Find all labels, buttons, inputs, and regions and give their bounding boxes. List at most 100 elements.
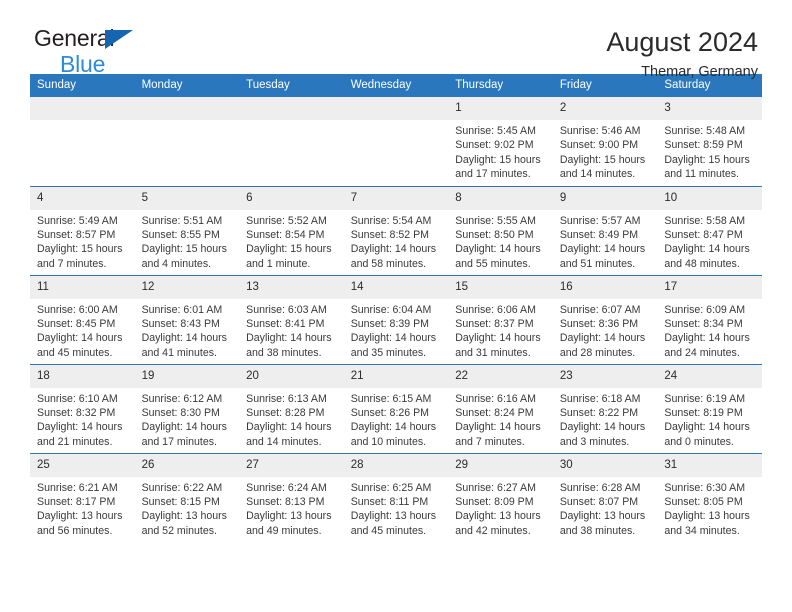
- day-cell[interactable]: 3 Sunrise: 5:48 AM Sunset: 8:59 PM Dayli…: [657, 97, 762, 186]
- day-cell[interactable]: 28 Sunrise: 6:25 AM Sunset: 8:11 PM Dayl…: [343, 452, 449, 543]
- day-cell[interactable]: 18 Sunrise: 6:10 AM Sunset: 8:32 PM Dayl…: [30, 363, 135, 453]
- sunset-text: Sunset: 8:52 PM: [350, 228, 430, 241]
- day-details: Sunrise: 6:28 AM Sunset: 8:07 PM Dayligh…: [553, 477, 658, 539]
- brand-logo[interactable]: General Blue: [30, 26, 164, 76]
- day-cell-inner: 11 Sunrise: 6:00 AM Sunset: 8:45 PM Dayl…: [30, 275, 135, 364]
- day-details: Sunrise: 5:57 AM Sunset: 8:49 PM Dayligh…: [553, 210, 658, 272]
- daylight-text-line1: Daylight: 14 hours: [37, 421, 123, 434]
- day-cell[interactable]: 27 Sunrise: 6:24 AM Sunset: 8:13 PM Dayl…: [239, 452, 344, 542]
- day-number: 6: [239, 186, 344, 210]
- sunset-text: Sunset: 8:19 PM: [664, 406, 743, 419]
- day-cell[interactable]: 5 Sunrise: 5:51 AM Sunset: 8:55 PM Dayli…: [134, 185, 240, 275]
- day-cell[interactable]: 4 Sunrise: 5:49 AM Sunset: 8:57 PM Dayli…: [30, 185, 135, 275]
- sunset-text: Sunset: 8:50 PM: [455, 228, 534, 241]
- day-cell[interactable]: 9 Sunrise: 5:57 AM Sunset: 8:49 PM Dayli…: [552, 185, 658, 275]
- daylight-text-line2: and 45 minutes.: [350, 524, 427, 537]
- day-number: 28: [343, 453, 449, 477]
- day-cell-inner: 19 Sunrise: 6:12 AM Sunset: 8:30 PM Dayl…: [134, 364, 240, 453]
- day-number: 8: [448, 186, 553, 210]
- daylight-text-line1: Daylight: 13 hours: [37, 510, 123, 523]
- day-cell[interactable]: 15 Sunrise: 6:06 AM Sunset: 8:37 PM Dayl…: [448, 274, 553, 364]
- day-cell-inner: 28 Sunrise: 6:25 AM Sunset: 8:11 PM Dayl…: [343, 453, 449, 543]
- column-header-sunday: Sunday: [30, 74, 135, 97]
- day-cell[interactable]: 31 Sunrise: 6:30 AM Sunset: 8:05 PM Dayl…: [657, 452, 762, 542]
- sunset-text: Sunset: 8:05 PM: [664, 495, 743, 508]
- daylight-text-line2: and 28 minutes.: [559, 346, 636, 359]
- page-header: General Blue August 2024 Themar, Germany: [30, 0, 762, 80]
- week-row: 4 Sunrise: 5:49 AM Sunset: 8:57 PM Dayli…: [30, 185, 762, 275]
- day-cell-inner: 7 Sunrise: 5:54 AM Sunset: 8:52 PM Dayli…: [343, 186, 449, 275]
- day-cell[interactable]: 20 Sunrise: 6:13 AM Sunset: 8:28 PM Dayl…: [239, 363, 344, 453]
- day-cell[interactable]: 6 Sunrise: 5:52 AM Sunset: 8:54 PM Dayli…: [239, 185, 344, 275]
- sunrise-text: Sunrise: 6:09 AM: [664, 303, 746, 316]
- week-row: 11 Sunrise: 6:00 AM Sunset: 8:45 PM Dayl…: [30, 274, 762, 364]
- day-cell-inner: 20 Sunrise: 6:13 AM Sunset: 8:28 PM Dayl…: [239, 364, 344, 453]
- daylight-text-line1: Daylight: 15 hours: [664, 153, 750, 166]
- day-details: Sunrise: 5:55 AM Sunset: 8:50 PM Dayligh…: [448, 210, 553, 272]
- daylight-text-line1: Daylight: 14 hours: [455, 243, 541, 256]
- day-cell[interactable]: 14 Sunrise: 6:04 AM Sunset: 8:39 PM Dayl…: [343, 274, 449, 364]
- calendar-body: 1 Sunrise: 5:45 AM Sunset: 9:02 PM Dayli…: [30, 97, 762, 542]
- day-cell[interactable]: 8 Sunrise: 5:55 AM Sunset: 8:50 PM Dayli…: [448, 185, 553, 275]
- sunset-text: Sunset: 8:13 PM: [246, 495, 325, 508]
- day-details: Sunrise: 6:07 AM Sunset: 8:36 PM Dayligh…: [553, 299, 658, 361]
- day-details: Sunrise: 5:54 AM Sunset: 8:52 PM Dayligh…: [344, 210, 449, 272]
- day-details: Sunrise: 5:58 AM Sunset: 8:47 PM Dayligh…: [657, 210, 762, 272]
- day-cell[interactable]: 26 Sunrise: 6:22 AM Sunset: 8:15 PM Dayl…: [134, 452, 240, 542]
- day-cell[interactable]: 16 Sunrise: 6:07 AM Sunset: 8:36 PM Dayl…: [552, 274, 658, 364]
- brand-text-general: General: [34, 25, 115, 51]
- daylight-text-line1: Daylight: 15 hours: [246, 243, 332, 256]
- day-details: Sunrise: 6:30 AM Sunset: 8:05 PM Dayligh…: [657, 477, 762, 539]
- day-cell[interactable]: 12 Sunrise: 6:01 AM Sunset: 8:43 PM Dayl…: [134, 274, 240, 364]
- day-number: 19: [134, 364, 240, 388]
- day-cell[interactable]: 1 Sunrise: 5:45 AM Sunset: 9:02 PM Dayli…: [448, 97, 553, 186]
- sunrise-text: Sunrise: 6:22 AM: [141, 481, 223, 494]
- sunset-text: Sunset: 8:24 PM: [455, 406, 534, 419]
- sunset-text: Sunset: 8:30 PM: [141, 406, 220, 419]
- daylight-text-line2: and 10 minutes.: [350, 435, 427, 448]
- day-number: 11: [30, 275, 135, 299]
- sunrise-text: Sunrise: 6:13 AM: [246, 392, 327, 405]
- sunrise-text: Sunrise: 6:25 AM: [350, 481, 432, 494]
- day-details: Sunrise: 6:18 AM Sunset: 8:22 PM Dayligh…: [553, 388, 658, 450]
- day-number: 15: [448, 275, 553, 299]
- day-cell[interactable]: 29 Sunrise: 6:27 AM Sunset: 8:09 PM Dayl…: [448, 452, 553, 542]
- sunrise-text: Sunrise: 6:03 AM: [246, 303, 327, 316]
- day-number: 9: [552, 186, 658, 210]
- daylight-text-line1: Daylight: 14 hours: [664, 421, 750, 434]
- sunset-text: Sunset: 8:34 PM: [664, 317, 743, 330]
- day-details: Sunrise: 5:48 AM Sunset: 8:59 PM Dayligh…: [657, 120, 762, 182]
- daylight-text-line2: and 35 minutes.: [350, 346, 427, 359]
- sunrise-text: Sunrise: 5:55 AM: [455, 214, 536, 227]
- day-details: Sunrise: 6:27 AM Sunset: 8:09 PM Dayligh…: [448, 477, 553, 539]
- sunrise-text: Sunrise: 6:19 AM: [664, 392, 746, 405]
- day-cell[interactable]: 21 Sunrise: 6:15 AM Sunset: 8:26 PM Dayl…: [343, 363, 449, 453]
- day-cell[interactable]: 25 Sunrise: 6:21 AM Sunset: 8:17 PM Dayl…: [30, 452, 135, 542]
- day-cell[interactable]: 23 Sunrise: 6:18 AM Sunset: 8:22 PM Dayl…: [552, 363, 658, 453]
- day-cell[interactable]: 17 Sunrise: 6:09 AM Sunset: 8:34 PM Dayl…: [657, 274, 762, 364]
- sunrise-text: Sunrise: 5:58 AM: [664, 214, 746, 227]
- day-cell[interactable]: 11 Sunrise: 6:00 AM Sunset: 8:45 PM Dayl…: [30, 274, 135, 364]
- day-number: 25: [30, 453, 135, 477]
- day-cell-inner: 15 Sunrise: 6:06 AM Sunset: 8:37 PM Dayl…: [448, 275, 553, 364]
- day-cell[interactable]: [343, 97, 449, 186]
- day-cell[interactable]: 7 Sunrise: 5:54 AM Sunset: 8:52 PM Dayli…: [343, 185, 449, 275]
- day-cell-inner: [30, 97, 135, 186]
- sunrise-text: Sunrise: 6:15 AM: [350, 392, 432, 405]
- day-cell[interactable]: 19 Sunrise: 6:12 AM Sunset: 8:30 PM Dayl…: [134, 363, 240, 453]
- day-cell[interactable]: 22 Sunrise: 6:16 AM Sunset: 8:24 PM Dayl…: [448, 363, 553, 453]
- day-cell[interactable]: 2 Sunrise: 5:46 AM Sunset: 9:00 PM Dayli…: [552, 97, 658, 186]
- day-details: Sunrise: 5:52 AM Sunset: 8:54 PM Dayligh…: [239, 210, 344, 272]
- day-cell[interactable]: [30, 97, 135, 186]
- day-cell[interactable]: 10 Sunrise: 5:58 AM Sunset: 8:47 PM Dayl…: [657, 185, 762, 275]
- daylight-text-line2: and 45 minutes.: [37, 346, 113, 359]
- daylight-text-line2: and 1 minute.: [246, 257, 311, 270]
- daylight-text-line1: Daylight: 15 hours: [37, 243, 123, 256]
- day-cell[interactable]: 30 Sunrise: 6:28 AM Sunset: 8:07 PM Dayl…: [552, 452, 658, 543]
- day-cell-inner: 30 Sunrise: 6:28 AM Sunset: 8:07 PM Dayl…: [552, 453, 658, 543]
- day-cell[interactable]: [134, 97, 240, 186]
- day-cell[interactable]: 24 Sunrise: 6:19 AM Sunset: 8:19 PM Dayl…: [657, 363, 762, 453]
- day-cell-inner: 14 Sunrise: 6:04 AM Sunset: 8:39 PM Dayl…: [343, 275, 449, 364]
- day-cell[interactable]: 13 Sunrise: 6:03 AM Sunset: 8:41 PM Dayl…: [239, 274, 344, 364]
- day-cell[interactable]: [239, 97, 344, 186]
